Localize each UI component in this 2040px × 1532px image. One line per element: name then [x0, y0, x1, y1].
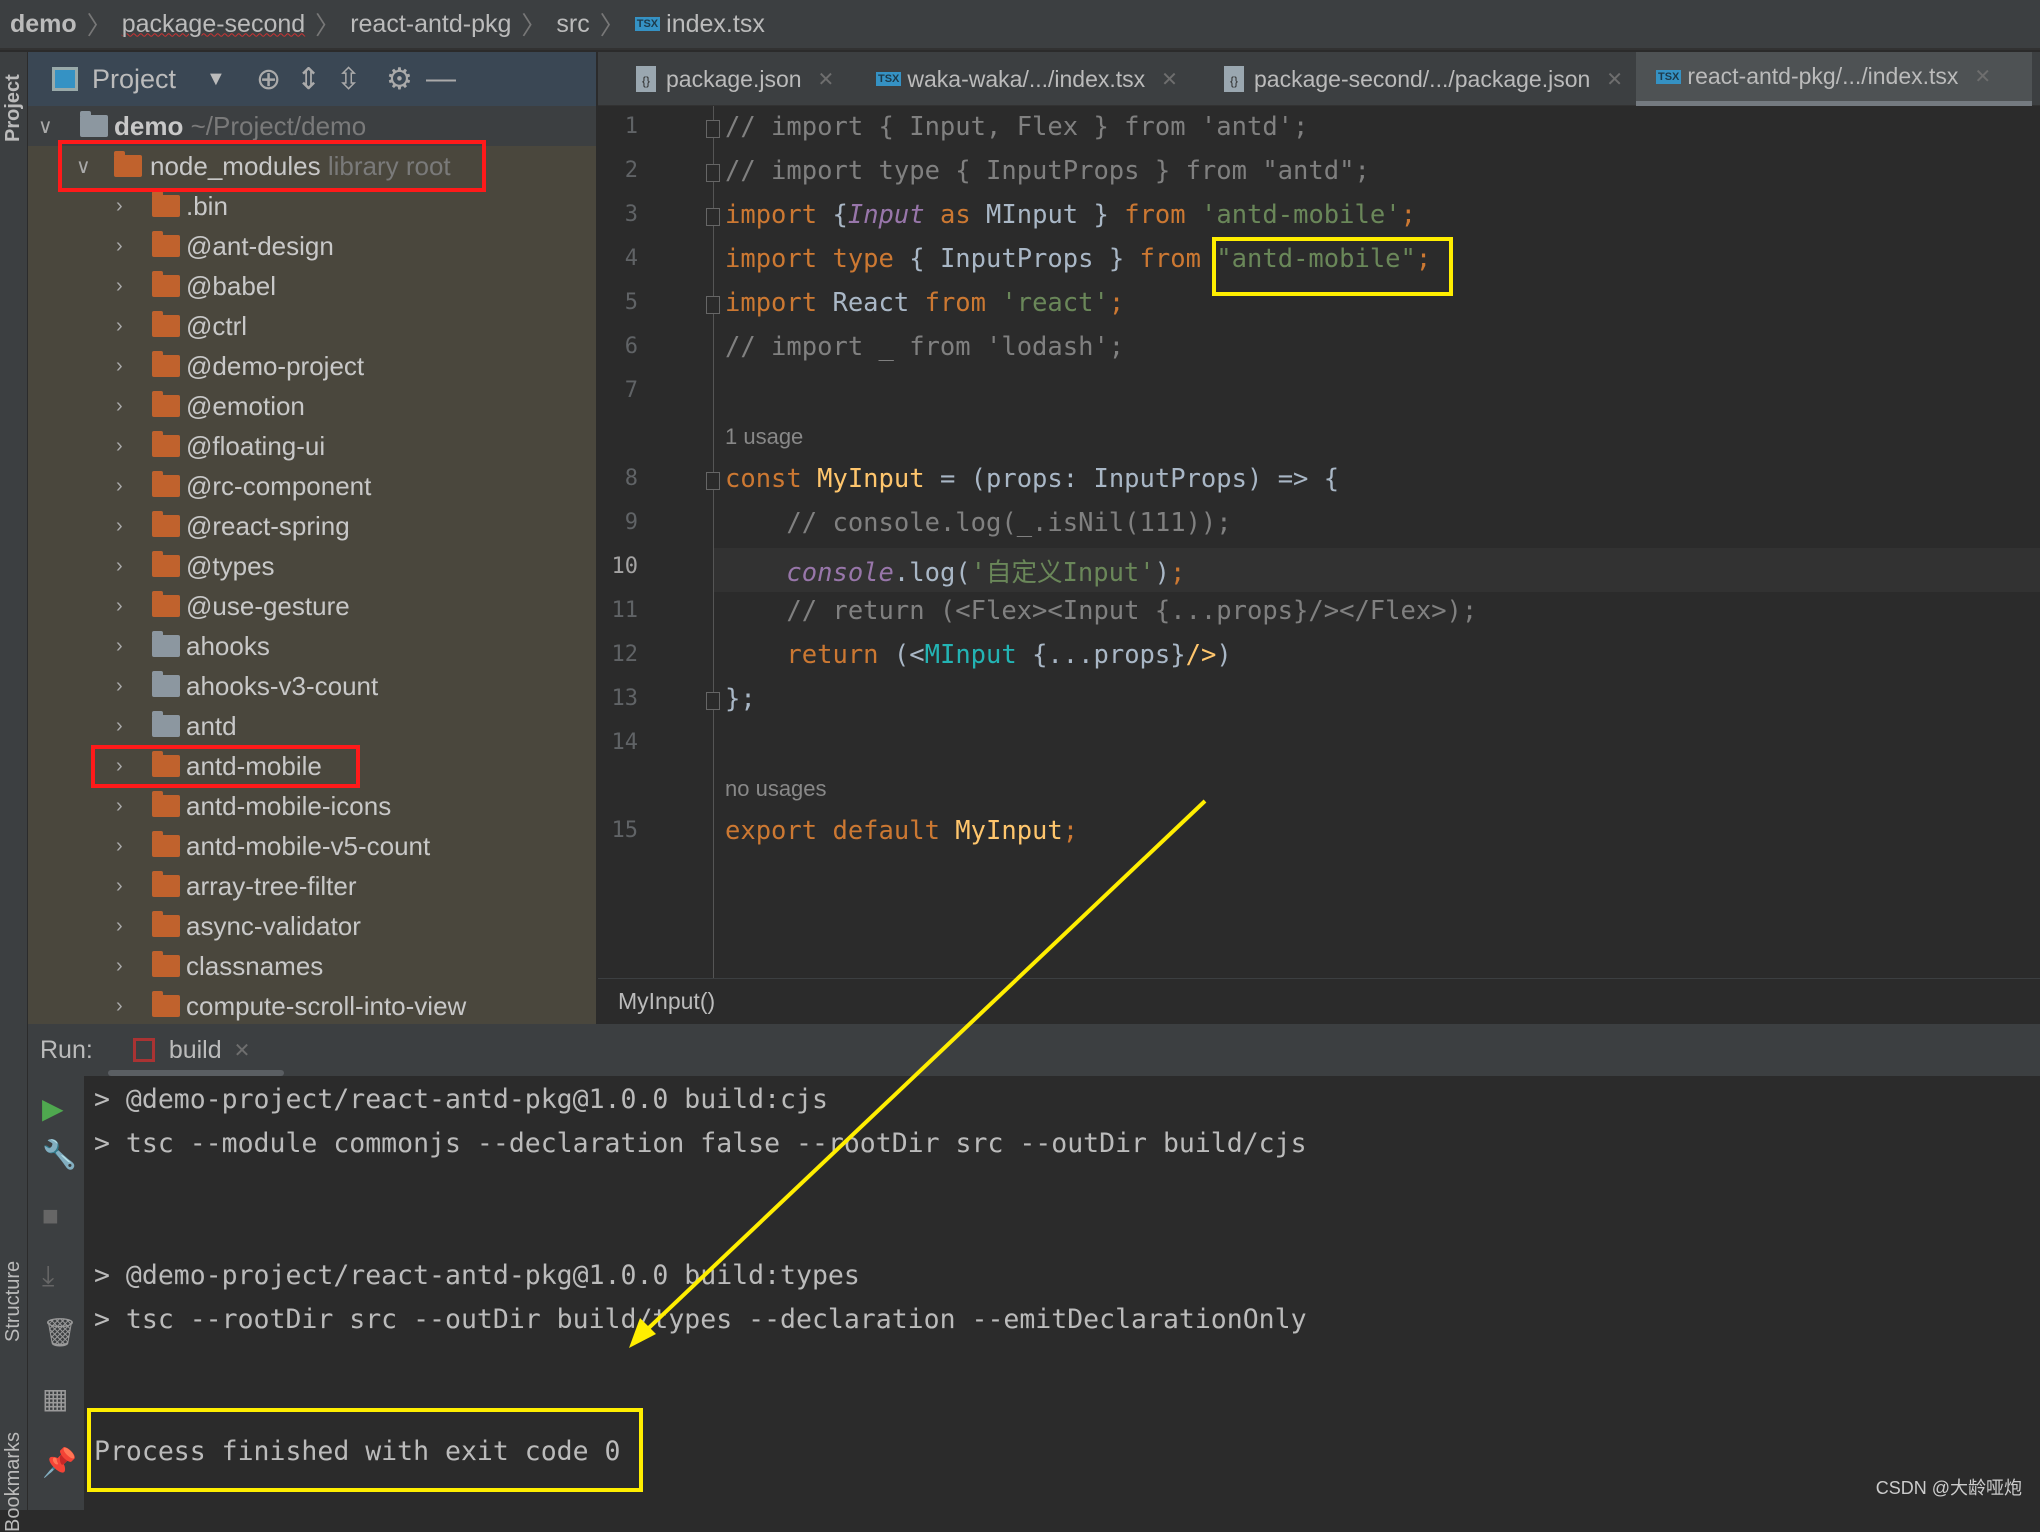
annotation-arrow — [629, 799, 1207, 1348]
arrow-line — [634, 799, 1207, 1342]
watermark: CSDN @大龄哑炮 — [1875, 1478, 2022, 1498]
